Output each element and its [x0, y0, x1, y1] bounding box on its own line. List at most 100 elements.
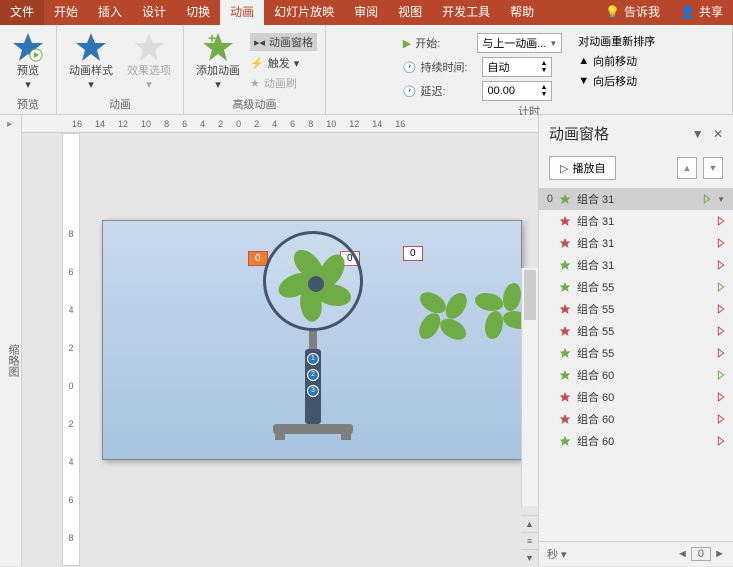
- anim-name: 组合 60: [577, 367, 711, 383]
- prev-slide-button[interactable]: ▲: [521, 515, 538, 532]
- effect-options-button: 效果选项 ▾: [123, 29, 175, 93]
- animation-item[interactable]: 组合 31: [539, 232, 733, 254]
- pane-options-button[interactable]: ▼: [692, 127, 704, 141]
- animation-item[interactable]: 组合 60: [539, 364, 733, 386]
- group-preview-label: 预览: [17, 96, 39, 114]
- animation-item[interactable]: 组合 31: [539, 210, 733, 232]
- anim-name: 组合 31: [577, 235, 711, 251]
- tab-transitions[interactable]: 切换: [176, 0, 220, 25]
- horizontal-ruler: 1614121086420246810121416: [22, 115, 538, 133]
- tab-help[interactable]: 帮助: [500, 0, 544, 25]
- tab-view[interactable]: 视图: [388, 0, 432, 25]
- start-combo[interactable]: 与上一动画...▼: [477, 33, 562, 53]
- anim-name: 组合 31: [577, 257, 711, 273]
- anim-name: 组合 60: [577, 389, 711, 405]
- outline-pane-collapsed[interactable]: ▸ 缩略图: [0, 115, 22, 566]
- clock-icon: 🕐: [403, 61, 417, 74]
- play-icon: ▶: [403, 37, 411, 50]
- play-marker-icon: [717, 237, 725, 249]
- preview-button[interactable]: 预览 ▾: [8, 29, 48, 93]
- trigger-icon: ⚡: [250, 57, 264, 70]
- anim-name: 组合 55: [577, 345, 711, 361]
- animation-painter-button: ★动画刷: [250, 75, 317, 91]
- star-icon: [559, 347, 571, 359]
- fan-speed-3: 3: [307, 385, 319, 397]
- chevron-down-icon[interactable]: ▼: [717, 195, 725, 204]
- anim-name: 组合 31: [577, 191, 697, 207]
- fan-speed-2: 2: [307, 369, 319, 381]
- anim-name: 组合 55: [577, 279, 711, 295]
- anim-name: 组合 60: [577, 433, 711, 449]
- play-marker-icon: [717, 413, 725, 425]
- star-icon: [559, 193, 571, 205]
- move-down-button[interactable]: ▼: [703, 157, 723, 179]
- play-marker-icon: [717, 281, 725, 293]
- star-icon: [559, 413, 571, 425]
- star-icon: [559, 369, 571, 381]
- slide-sep-icon: ≡: [521, 532, 538, 549]
- animation-pane-title: 动画窗格: [549, 123, 609, 144]
- svg-text:+: +: [208, 31, 216, 46]
- pane-close-button[interactable]: ✕: [713, 127, 723, 141]
- play-marker-icon: [717, 215, 725, 227]
- delay-label: 延迟:: [420, 83, 478, 99]
- tab-review[interactable]: 审阅: [344, 0, 388, 25]
- group-animation-label: 动画: [109, 96, 131, 114]
- add-animation-button[interactable]: + 添加动画 ▾: [192, 29, 244, 93]
- anim-tag-0c[interactable]: 0: [403, 246, 423, 261]
- star-icon: [559, 435, 571, 447]
- tab-animations[interactable]: 动画: [220, 0, 264, 25]
- animation-pane-button[interactable]: ▸◂动画窗格: [250, 33, 317, 51]
- play-marker-icon: [717, 303, 725, 315]
- animation-item[interactable]: 组合 60: [539, 430, 733, 452]
- star-icon: [559, 215, 571, 227]
- play-marker-icon: [717, 391, 725, 403]
- fan-shape[interactable]: 1 2 3: [263, 231, 363, 331]
- anim-name: 组合 55: [577, 301, 711, 317]
- titlebar: 文件 开始 插入 设计 切换 动画 幻灯片放映 审阅 视图 开发工具 帮助 💡告…: [0, 0, 733, 25]
- star-icon: [559, 259, 571, 271]
- delay-spinner[interactable]: 00.00▲▼: [482, 81, 552, 101]
- tab-file[interactable]: 文件: [0, 0, 44, 25]
- play-marker-icon: [717, 325, 725, 337]
- animation-item[interactable]: 组合 55: [539, 342, 733, 364]
- effect-options-icon: [133, 31, 165, 63]
- tab-design[interactable]: 设计: [132, 0, 176, 25]
- animation-item[interactable]: 组合 55: [539, 276, 733, 298]
- star-icon: [559, 303, 571, 315]
- anim-index: 0: [543, 193, 553, 205]
- seconds-label: 秒: [547, 549, 558, 561]
- tab-tellme[interactable]: 💡告诉我: [595, 0, 670, 25]
- add-star-icon: +: [202, 31, 234, 63]
- slide-canvas[interactable]: 0 0 0 1 2 3: [102, 220, 522, 460]
- tab-slideshow[interactable]: 幻灯片放映: [264, 0, 344, 25]
- animation-styles-button[interactable]: 动画样式 ▾: [65, 29, 117, 93]
- tab-home[interactable]: 开始: [44, 0, 88, 25]
- move-up-button[interactable]: ▲: [677, 157, 697, 179]
- animation-item[interactable]: 组合 60: [539, 408, 733, 430]
- play-from-button[interactable]: ▷播放自: [549, 156, 616, 180]
- tab-share[interactable]: 👤共享: [670, 0, 733, 25]
- up-arrow-icon: ▲: [578, 55, 589, 67]
- timeline-nav[interactable]: ◄ 0 ►: [677, 548, 725, 560]
- start-label: 开始:: [415, 35, 473, 51]
- vertical-ruler: 864202468: [62, 133, 80, 566]
- move-later-button[interactable]: ▼向后移动: [578, 73, 655, 89]
- animation-item[interactable]: 组合 55: [539, 320, 733, 342]
- delay-icon: 🕐: [403, 85, 417, 98]
- duration-spinner[interactable]: 自动▲▼: [482, 57, 552, 77]
- trigger-button[interactable]: ⚡触发 ▾: [250, 55, 317, 71]
- animation-item[interactable]: 组合 55: [539, 298, 733, 320]
- play-marker-icon: [717, 435, 725, 447]
- next-slide-button[interactable]: ▼: [521, 549, 538, 566]
- play-marker-icon: [717, 347, 725, 359]
- vertical-scrollbar[interactable]: [521, 268, 538, 506]
- expand-icon[interactable]: ▸: [4, 119, 15, 130]
- tab-developer[interactable]: 开发工具: [432, 0, 500, 25]
- animation-item[interactable]: 组合 31: [539, 254, 733, 276]
- animation-item[interactable]: 0 组合 31 ▼: [539, 188, 733, 210]
- move-earlier-button: ▲向前移动: [578, 53, 655, 69]
- tab-insert[interactable]: 插入: [88, 0, 132, 25]
- animation-item[interactable]: 组合 60: [539, 386, 733, 408]
- play-marker-icon: [717, 259, 725, 271]
